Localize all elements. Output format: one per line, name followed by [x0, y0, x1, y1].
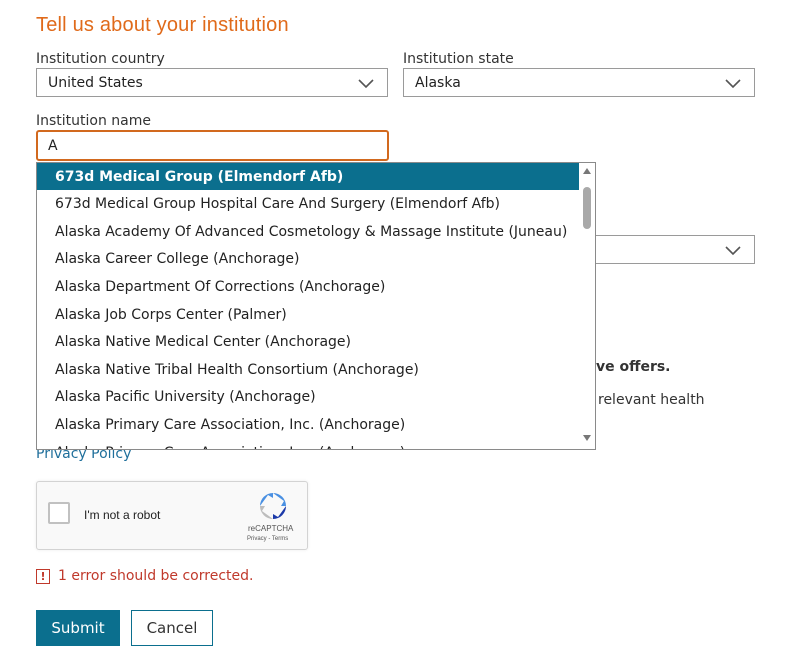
recaptcha-checkbox[interactable]	[48, 502, 70, 524]
recaptcha-brand: reCAPTCHA	[248, 524, 294, 533]
state-value: Alaska	[415, 74, 461, 91]
autocomplete-option[interactable]: Alaska Job Corps Center (Palmer)	[37, 301, 581, 328]
scroll-up-arrow-icon[interactable]	[583, 168, 591, 174]
error-message: ! 1 error should be corrected.	[36, 568, 253, 584]
autocomplete-option[interactable]: 673d Medical Group Hospital Care And Sur…	[37, 191, 581, 218]
autocomplete-option[interactable]: Alaska Academy Of Advanced Cosmetology &…	[37, 218, 581, 245]
autocomplete-option[interactable]: Alaska Native Tribal Health Consortium (…	[37, 356, 581, 383]
autocomplete-option[interactable]: Alaska Career College (Anchorage)	[37, 246, 581, 273]
recaptcha-widget: I'm not a robot reCAPTCHA Privacy - Term…	[36, 481, 308, 550]
autocomplete-option[interactable]: Alaska Primary Care Association, Inc. (A…	[37, 439, 581, 450]
recaptcha-label: I'm not a robot	[84, 508, 161, 522]
scrollbar-thumb[interactable]	[583, 187, 591, 229]
scrollbar[interactable]	[579, 163, 595, 449]
state-select[interactable]: Alaska	[403, 68, 755, 97]
institution-name-label: Institution name	[36, 113, 152, 129]
submit-button[interactable]: Submit	[36, 610, 120, 646]
autocomplete-option[interactable]: Alaska Department Of Corrections (Anchor…	[37, 273, 581, 300]
chevron-down-icon	[358, 79, 374, 89]
recaptcha-links: Privacy - Terms	[247, 536, 288, 542]
cancel-button[interactable]: Cancel	[131, 610, 213, 646]
scroll-down-arrow-icon[interactable]	[583, 435, 591, 441]
recaptcha-privacy-link[interactable]: Privacy	[247, 536, 267, 542]
autocomplete-option[interactable]: Alaska Primary Care Association, Inc. (A…	[37, 411, 581, 438]
chevron-down-icon	[725, 246, 741, 256]
error-icon: !	[36, 568, 50, 584]
state-label: Institution state	[403, 51, 514, 67]
chevron-down-icon	[725, 79, 741, 89]
institution-autocomplete-list[interactable]: 673d Medical Group (Elmendorf Afb) 673d M…	[36, 162, 596, 450]
offers-text-fragment: ve offers.	[596, 359, 671, 375]
health-text-fragment: relevant health	[598, 392, 705, 408]
country-label: Institution country	[36, 51, 165, 67]
country-select[interactable]: United States	[36, 68, 388, 97]
autocomplete-option[interactable]: Alaska Pacific University (Anchorage)	[37, 384, 581, 411]
institution-name-value: A	[48, 137, 58, 154]
recaptcha-terms-link[interactable]: Terms	[272, 536, 288, 542]
recaptcha-separator: -	[268, 536, 271, 542]
institution-name-input[interactable]: A	[36, 130, 389, 161]
page-title: Tell us about your institution	[36, 14, 289, 36]
autocomplete-option[interactable]: Alaska Native Medical Center (Anchorage)	[37, 329, 581, 356]
country-value: United States	[48, 74, 143, 91]
recaptcha-logo-icon	[260, 493, 286, 519]
error-text: 1 error should be corrected.	[58, 568, 254, 584]
autocomplete-option[interactable]: 673d Medical Group (Elmendorf Afb)	[37, 163, 581, 190]
